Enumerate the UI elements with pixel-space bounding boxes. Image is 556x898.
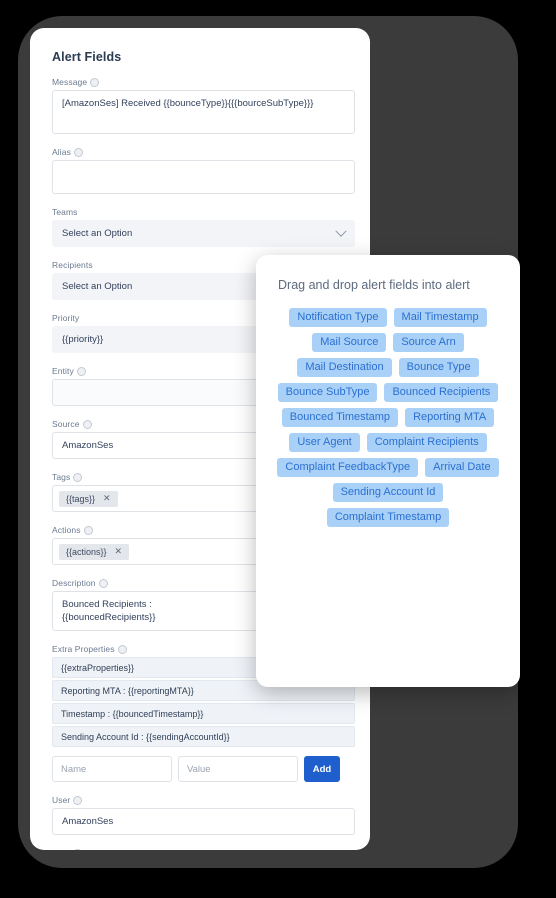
field-alias-label-text: Alias xyxy=(52,147,71,157)
chevron-down-icon xyxy=(335,225,347,237)
field-recipients-label-text: Recipients xyxy=(52,260,93,270)
extra-property-row[interactable]: Sending Account Id : {{sendingAccountId}… xyxy=(52,726,355,747)
alert-field-tag[interactable]: Bounced Timestamp xyxy=(281,407,399,427)
alert-field-tag[interactable]: Sending Account Id xyxy=(332,482,444,502)
extra-property-add-row: Name Value Add xyxy=(52,756,348,782)
field-teams-label: Teams xyxy=(52,207,348,217)
help-icon[interactable] xyxy=(90,77,100,87)
teams-select[interactable]: Select an Option xyxy=(52,220,355,247)
add-property-button[interactable]: Add xyxy=(304,756,340,782)
help-icon[interactable] xyxy=(76,366,86,376)
field-teams: Teams Select an Option xyxy=(52,207,355,247)
field-actions-label-text: Actions xyxy=(52,525,81,535)
alias-input[interactable] xyxy=(52,160,355,194)
drag-drop-panel-title: Drag and drop alert fields into alert xyxy=(278,278,470,292)
user-input[interactable]: AmazonSes xyxy=(52,808,355,835)
close-icon[interactable]: ✕ xyxy=(103,494,111,503)
alert-field-tag[interactable]: Bounce Type xyxy=(398,357,479,377)
alert-field-tag[interactable]: Arrival Date xyxy=(425,457,499,477)
tag-chip[interactable]: {{tags}} ✕ xyxy=(59,490,118,507)
alert-field-tag[interactable]: Mail Destination xyxy=(297,357,392,377)
tag-chip-label: {{tags}} xyxy=(66,493,96,504)
field-note: Note xyxy=(52,848,348,850)
field-tags-label-text: Tags xyxy=(52,472,71,482)
help-icon[interactable] xyxy=(73,147,83,157)
action-chip[interactable]: {{actions}} ✕ xyxy=(59,543,130,560)
field-priority-label-text: Priority xyxy=(52,313,80,323)
help-icon[interactable] xyxy=(73,472,83,482)
help-icon[interactable] xyxy=(73,795,83,805)
field-message-label: Message xyxy=(52,77,348,87)
close-icon[interactable]: ✕ xyxy=(115,547,123,556)
alert-field-tag[interactable]: Bounce SubType xyxy=(277,382,378,402)
alert-field-tag-list: Notification Type Mail Timestamp Mail So… xyxy=(269,307,507,527)
field-message: Message [AmazonSes] Received {{bounceTyp… xyxy=(52,77,355,134)
field-description-label-text: Description xyxy=(52,578,96,588)
field-entity-label-text: Entity xyxy=(52,366,74,376)
alert-field-tag[interactable]: Mail Timestamp xyxy=(393,307,487,327)
help-icon[interactable] xyxy=(98,578,108,588)
action-chip-label: {{actions}} xyxy=(66,546,107,557)
field-teams-label-text: Teams xyxy=(52,207,78,217)
teams-select-value: Select an Option xyxy=(62,228,133,239)
field-alias: Alias xyxy=(52,147,355,194)
message-input[interactable]: [AmazonSes] Received {{bounceType}}{{{bo… xyxy=(52,90,355,134)
property-name-input[interactable]: Name xyxy=(52,756,172,782)
alert-field-tag[interactable]: Source Arn xyxy=(393,332,464,352)
field-message-label-text: Message xyxy=(52,77,88,87)
field-user-label-text: User xyxy=(52,795,71,805)
alert-field-tag[interactable]: Complaint Recipients xyxy=(366,432,487,452)
property-value-input[interactable]: Value xyxy=(178,756,298,782)
alert-field-tag[interactable]: Bounced Recipients xyxy=(384,382,499,402)
field-note-label: Note xyxy=(52,848,348,850)
alert-field-tag[interactable]: Complaint Timestamp xyxy=(326,507,450,527)
alert-field-tag[interactable]: Notification Type xyxy=(289,307,387,327)
field-user: User AmazonSes xyxy=(52,795,355,835)
field-source-label-text: Source xyxy=(52,419,80,429)
page-title: Alert Fields xyxy=(52,50,122,64)
field-user-label: User xyxy=(52,795,348,805)
alert-field-tag[interactable]: Reporting MTA xyxy=(405,407,495,427)
help-icon[interactable] xyxy=(73,848,83,850)
alert-field-tag[interactable]: Complaint FeedbackType xyxy=(277,457,419,477)
field-note-label-text: Note xyxy=(52,848,70,850)
alert-field-tag[interactable]: Mail Source xyxy=(312,332,387,352)
help-icon[interactable] xyxy=(117,644,127,654)
alert-field-tag[interactable]: User Agent xyxy=(289,432,360,452)
field-alias-label: Alias xyxy=(52,147,348,157)
field-extra-properties-label-text: Extra Properties xyxy=(52,644,115,654)
extra-property-row[interactable]: Timestamp : {{bouncedTimestamp}} xyxy=(52,703,355,724)
help-icon[interactable] xyxy=(83,525,93,535)
drag-drop-alert-fields-panel: Drag and drop alert fields into alert No… xyxy=(256,255,520,687)
help-icon[interactable] xyxy=(82,419,92,429)
